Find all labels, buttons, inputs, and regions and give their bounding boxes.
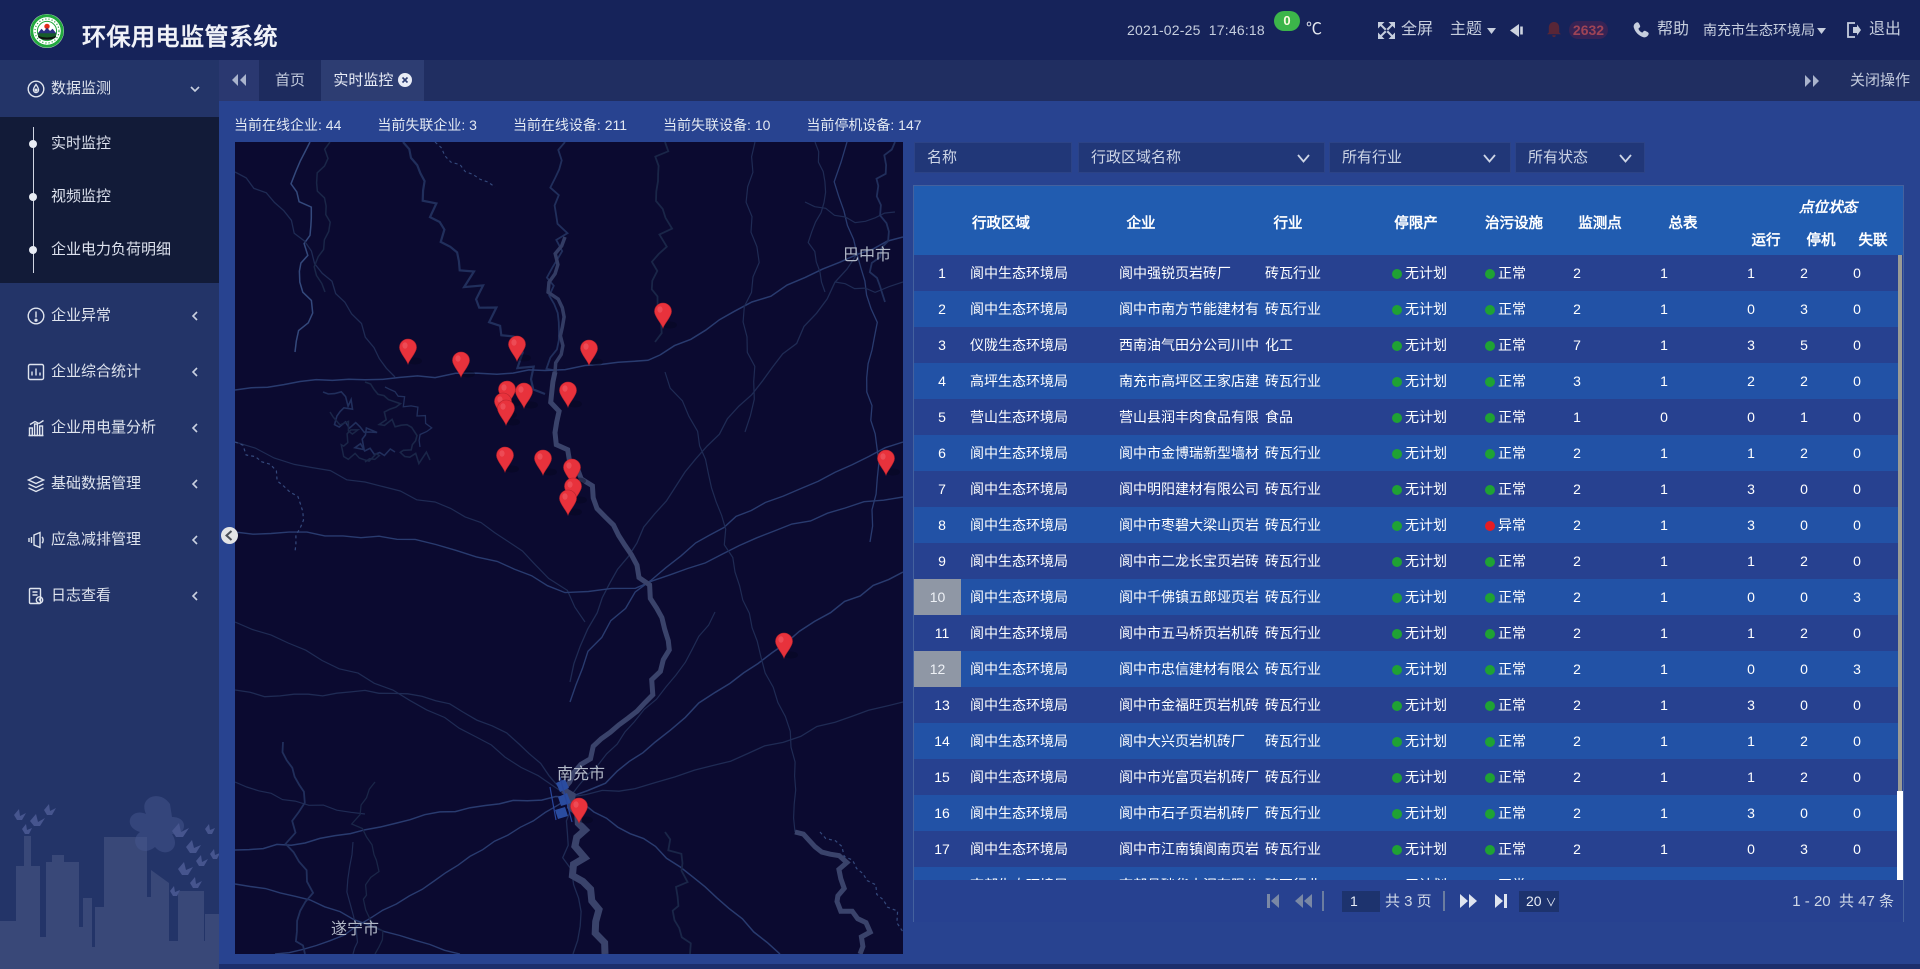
svg-text:南充市: 南充市 xyxy=(557,765,605,783)
svg-text:巴中市: 巴中市 xyxy=(843,246,891,264)
svg-text:遂宁市: 遂宁市 xyxy=(331,920,379,938)
